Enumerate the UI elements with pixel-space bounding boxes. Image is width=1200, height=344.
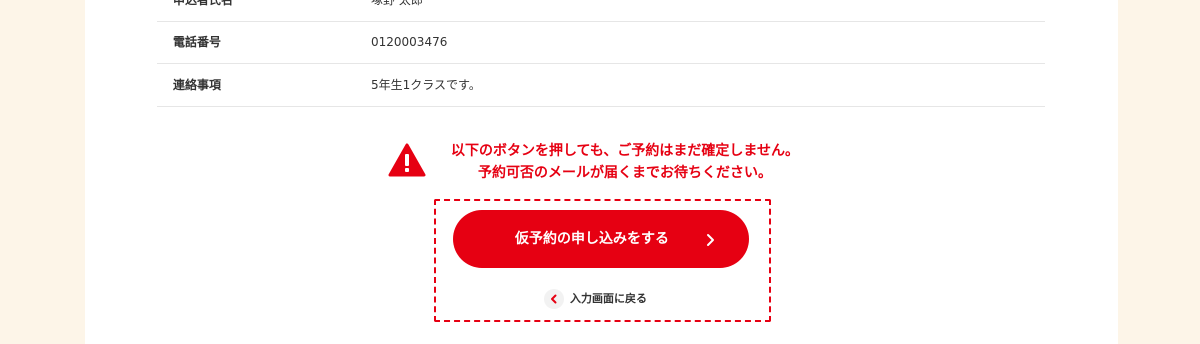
row-label: 連絡事項 (173, 78, 222, 92)
warning-line-2: 予約可否のメールが届くまでお待ちください。 (478, 165, 772, 181)
back-link-label: 入力画面に戻る (570, 292, 647, 305)
main-panel: 申込者氏名 塚野 太郎 電話番号 0120003476 連絡事項 5年生1クラス… (85, 0, 1118, 344)
warning-text: 以下のボタンを押しても、ご予約はまだ確定しません。 予約可否のメールが届くまでお… (435, 140, 815, 184)
chevron-right-icon (703, 232, 717, 246)
row-value: 塚野 太郎 (371, 0, 423, 7)
row-label: 申込者氏名 (173, 0, 234, 7)
row-label: 電話番号 (173, 35, 222, 49)
warning-triangle-icon (388, 143, 426, 177)
table-row: 申込者氏名 塚野 太郎 (157, 0, 1045, 22)
submit-reservation-button[interactable]: 仮予約の申し込みをする (453, 210, 749, 268)
action-box: 仮予約の申し込みをする 入力画面に戻る (434, 199, 771, 322)
table-row: 連絡事項 5年生1クラスです。 (157, 64, 1045, 107)
warning-line-1: 以下のボタンを押しても、ご予約はまだ確定しません。 (450, 143, 800, 159)
chevron-left-icon (544, 289, 564, 309)
row-value: 5年生1クラスです。 (371, 78, 481, 92)
table-row: 電話番号 0120003476 (157, 21, 1045, 64)
warning-message: 以下のボタンを押しても、ご予約はまだ確定しません。 予約可否のメールが届くまでお… (388, 140, 848, 190)
submit-button-label: 仮予約の申し込みをする (515, 231, 669, 247)
row-value: 0120003476 (371, 35, 448, 49)
